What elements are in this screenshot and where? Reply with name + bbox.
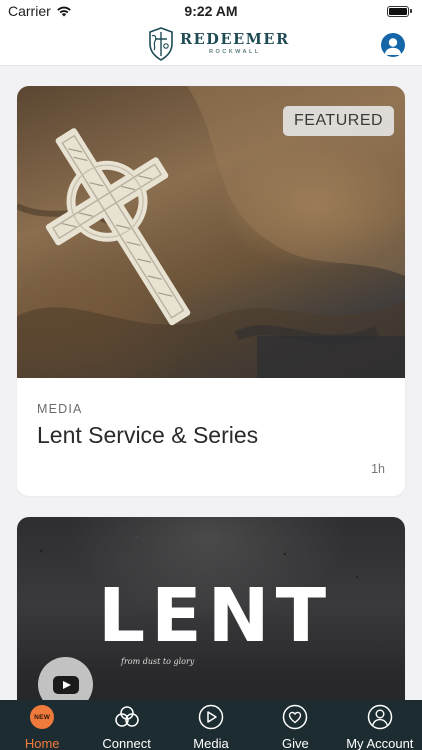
- lent-title-graphic: LENT: [97, 573, 333, 659]
- media-feed[interactable]: FEATURED MEDIA Lent Service & Series 1h …: [0, 67, 422, 700]
- featured-badge: FEATURED: [283, 106, 395, 136]
- tab-my-account[interactable]: My Account: [338, 700, 422, 750]
- new-badge: NEW: [30, 705, 55, 729]
- lent-tagline: from dust to glory: [121, 657, 195, 666]
- logo-location: ROCKWALL: [208, 48, 261, 55]
- account-button[interactable]: [381, 33, 405, 57]
- connect-circles-icon: [114, 706, 139, 727]
- carrier-label: Carrier: [8, 3, 51, 19]
- card-title[interactable]: Lent Service & Series: [37, 422, 258, 449]
- lion-shield-icon: [149, 27, 173, 61]
- tab-label: Give: [282, 736, 309, 750]
- youtube-play-icon: [52, 675, 79, 694]
- tab-connect[interactable]: Connect: [84, 700, 168, 750]
- person-circle-icon: [367, 704, 393, 730]
- person-icon: [384, 38, 402, 55]
- tab-bar: NEW Home Connect Media Give My Account: [0, 700, 422, 750]
- card-category: MEDIA: [37, 402, 83, 416]
- tab-media[interactable]: Media: [169, 700, 253, 750]
- card-body: MEDIA Lent Service & Series 1h: [37, 378, 385, 496]
- featured-media-card[interactable]: FEATURED MEDIA Lent Service & Series 1h: [17, 86, 405, 496]
- tab-give[interactable]: Give: [253, 700, 337, 750]
- tab-label: Connect: [102, 736, 151, 750]
- tab-label: Media: [193, 736, 229, 750]
- logo-wordmark: REDEEMER: [180, 31, 290, 48]
- play-circle-icon: [198, 704, 224, 730]
- status-bar: Carrier 9:22 AM: [0, 0, 422, 22]
- tab-label: Home: [24, 736, 60, 750]
- card-duration: 1h: [371, 462, 385, 476]
- home-new-badge-icon: NEW: [29, 704, 55, 730]
- card-image: LENT from dust to glory: [17, 517, 405, 700]
- tab-label: My Account: [346, 736, 414, 750]
- battery-icon: [387, 5, 412, 17]
- media-card[interactable]: LENT from dust to glory: [17, 517, 405, 700]
- heart-circle-icon: [283, 704, 308, 730]
- tab-home[interactable]: NEW Home: [0, 700, 84, 750]
- status-left: Carrier: [8, 3, 72, 19]
- redeemer-logo[interactable]: REDEEMER ROCKWALL: [146, 26, 290, 62]
- battery-level-fill: [389, 7, 407, 15]
- app-header: REDEEMER ROCKWALL: [0, 22, 422, 66]
- wifi-icon: [56, 6, 71, 17]
- card-image: FEATURED: [17, 86, 405, 378]
